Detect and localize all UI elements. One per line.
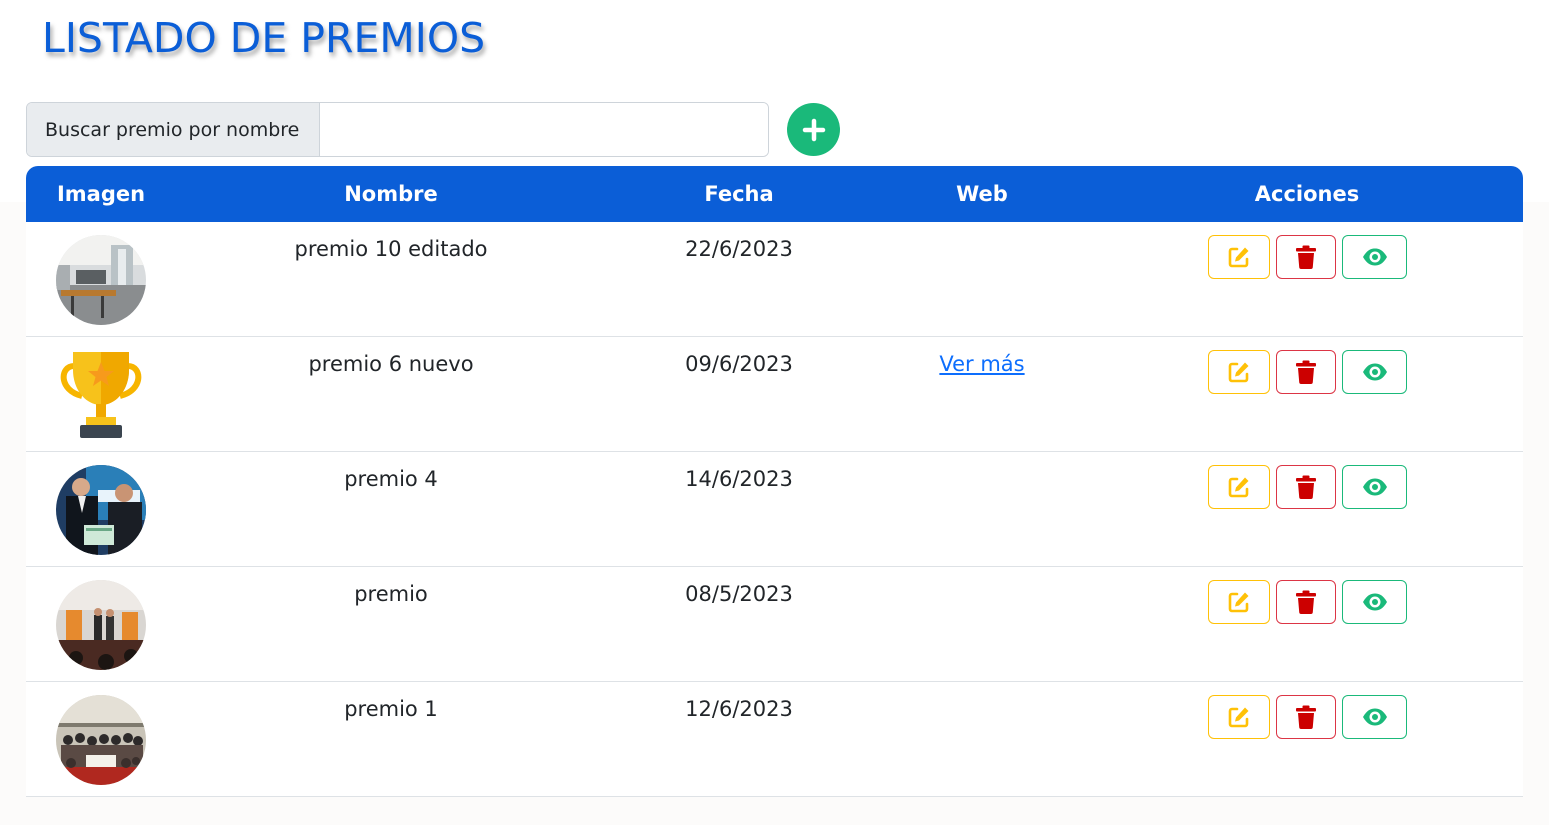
- page-title: LISTADO DE PREMIOS: [42, 14, 486, 62]
- premio-date: 08/5/2023: [685, 582, 793, 606]
- pencil-square-icon: [1228, 247, 1249, 268]
- search-input[interactable]: [320, 103, 768, 156]
- eye-icon: [1362, 478, 1387, 496]
- stage-event-photo: [56, 580, 146, 670]
- premio-date: 14/6/2023: [685, 467, 793, 491]
- premio-date: 22/6/2023: [685, 237, 793, 261]
- image-cell: [56, 465, 146, 555]
- pencil-square-icon: [1228, 362, 1249, 383]
- kitchen-photo: [56, 235, 146, 325]
- eye-icon: [1362, 363, 1387, 381]
- row-actions: [1208, 695, 1407, 739]
- pencil-square-icon: [1228, 707, 1249, 728]
- delete-button[interactable]: [1276, 350, 1336, 394]
- view-button[interactable]: [1342, 235, 1407, 279]
- trash-icon: [1296, 475, 1316, 499]
- edit-button[interactable]: [1208, 465, 1270, 509]
- premio-date: 09/6/2023: [685, 352, 793, 376]
- premio-name: premio: [354, 582, 428, 606]
- header-fecha: Fecha: [704, 182, 774, 206]
- eye-icon: [1362, 593, 1387, 611]
- premio-name: premio 6 nuevo: [308, 352, 474, 376]
- row-actions: [1208, 235, 1407, 279]
- group-photo: [56, 695, 146, 785]
- premios-table: Imagen Nombre Fecha Web Acciones premio …: [26, 166, 1523, 797]
- row-actions: [1208, 580, 1407, 624]
- header-imagen: Imagen: [56, 182, 146, 206]
- add-premio-button[interactable]: [787, 103, 840, 156]
- view-button[interactable]: [1342, 695, 1407, 739]
- pencil-square-icon: [1228, 592, 1249, 613]
- edit-button[interactable]: [1208, 350, 1270, 394]
- header-acciones: Acciones: [1254, 182, 1360, 206]
- delete-button[interactable]: [1276, 695, 1336, 739]
- image-cell: [56, 235, 146, 325]
- eye-icon: [1362, 708, 1387, 726]
- edit-button[interactable]: [1208, 695, 1270, 739]
- premio-name: premio 1: [344, 697, 438, 721]
- search-label: Buscar premio por nombre: [27, 103, 320, 156]
- table-row: premio 1 12/6/2023: [26, 682, 1523, 797]
- view-button[interactable]: [1342, 465, 1407, 509]
- view-button[interactable]: [1342, 580, 1407, 624]
- header-web: Web: [956, 182, 1008, 206]
- premio-date: 12/6/2023: [685, 697, 793, 721]
- table-row: premio 08/5/2023: [26, 567, 1523, 682]
- award-ceremony-photo: [56, 465, 146, 555]
- table-row: premio 6 nuevo 09/6/2023 Ver más: [26, 337, 1523, 452]
- image-cell: [56, 350, 146, 440]
- trophy-icon: [56, 350, 146, 440]
- trash-icon: [1296, 245, 1316, 269]
- view-button[interactable]: [1342, 350, 1407, 394]
- trash-icon: [1296, 705, 1316, 729]
- row-actions: [1208, 350, 1407, 394]
- table-row: premio 4 14/6/2023: [26, 452, 1523, 567]
- delete-button[interactable]: [1276, 235, 1336, 279]
- search-group: Buscar premio por nombre: [26, 102, 769, 157]
- ver-mas-link[interactable]: Ver más: [939, 352, 1024, 376]
- table-row: premio 10 editado 22/6/2023: [26, 222, 1523, 337]
- edit-button[interactable]: [1208, 580, 1270, 624]
- edit-button[interactable]: [1208, 235, 1270, 279]
- header-nombre: Nombre: [344, 182, 438, 206]
- trash-icon: [1296, 360, 1316, 384]
- eye-icon: [1362, 248, 1387, 266]
- pencil-square-icon: [1228, 477, 1249, 498]
- table-header: Imagen Nombre Fecha Web Acciones: [26, 166, 1523, 222]
- plus-icon: [802, 118, 825, 141]
- row-actions: [1208, 465, 1407, 509]
- delete-button[interactable]: [1276, 580, 1336, 624]
- premio-name: premio 10 editado: [294, 237, 488, 261]
- image-cell: [56, 695, 146, 785]
- image-cell: [56, 580, 146, 670]
- premio-name: premio 4: [344, 467, 438, 491]
- trash-icon: [1296, 590, 1316, 614]
- delete-button[interactable]: [1276, 465, 1336, 509]
